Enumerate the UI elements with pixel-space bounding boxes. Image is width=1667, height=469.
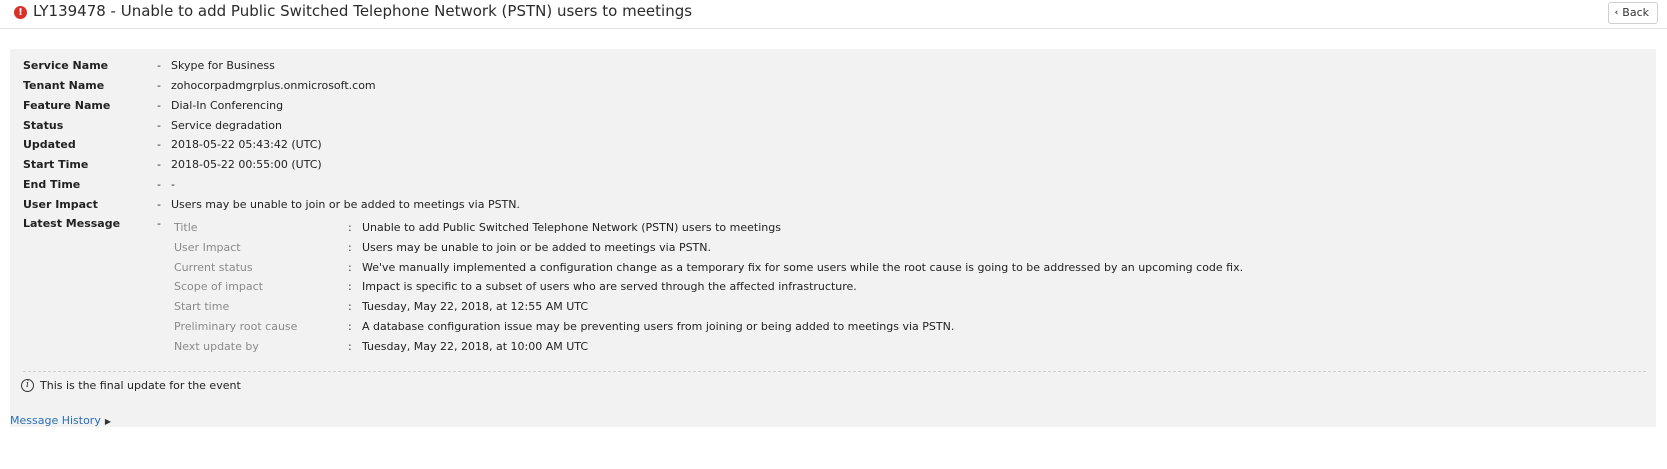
detail-value: zohocorpadmgrplus.onmicrosoft.com <box>171 79 376 92</box>
separator-colon: : <box>348 300 352 313</box>
message-label: Title <box>174 221 198 234</box>
separator-dash: - <box>157 59 161 72</box>
final-update-text: This is the final update for the event <box>40 379 241 392</box>
incident-details-panel: Service Name - Skype for Business Tenant… <box>10 49 1656 427</box>
separator-colon: : <box>348 261 352 274</box>
final-update-note: i This is the final update for the event <box>21 379 241 392</box>
detail-label: Updated <box>23 138 76 151</box>
page-title: LY139478 - Unable to add Public Switched… <box>33 2 693 20</box>
separator-dash: - <box>157 178 161 191</box>
chevron-left-icon: ‹ <box>1614 8 1619 18</box>
message-value: Users may be unable to join or be added … <box>362 241 711 254</box>
message-label: User Impact <box>174 241 241 254</box>
detail-value: - <box>171 178 175 191</box>
page-header: ! LY139478 - Unable to add Public Switch… <box>0 0 1667 29</box>
message-value: A database configuration issue may be pr… <box>362 320 955 333</box>
separator-dash: - <box>157 158 161 171</box>
message-label: Next update by <box>174 340 259 353</box>
separator-dash: - <box>157 99 161 112</box>
detail-value: Users may be unable to join or be added … <box>171 198 520 211</box>
separator-dash: - <box>157 198 161 211</box>
detail-label: Status <box>23 119 64 132</box>
detail-label: Latest Message <box>23 217 121 230</box>
detail-label: Start Time <box>23 158 89 171</box>
message-label: Current status <box>174 261 253 274</box>
message-label: Scope of impact <box>174 280 263 293</box>
separator-colon: : <box>348 280 352 293</box>
message-history-link[interactable]: Message History ▶ <box>10 414 111 427</box>
detail-label: Tenant Name <box>23 79 105 92</box>
separator-colon: : <box>348 340 352 353</box>
error-icon: ! <box>14 6 27 19</box>
back-button-label: Back <box>1622 6 1649 19</box>
message-label: Start time <box>174 300 230 313</box>
message-value: Unable to add Public Switched Telephone … <box>362 221 781 234</box>
message-label: Preliminary root cause <box>174 320 298 333</box>
separator-dash: - <box>157 79 161 92</box>
detail-value: 2018-05-22 00:55:00 (UTC) <box>171 158 322 171</box>
detail-label: Feature Name <box>23 99 111 112</box>
message-value: Tuesday, May 22, 2018, at 12:55 AM UTC <box>362 300 589 313</box>
detail-value: Skype for Business <box>171 59 275 72</box>
detail-label: Service Name <box>23 59 109 72</box>
caret-right-icon: ▶ <box>104 417 111 426</box>
message-value: We've manually implemented a configurati… <box>362 261 1244 274</box>
dashed-divider <box>23 371 1646 372</box>
detail-label: End Time <box>23 178 81 191</box>
separator-colon: : <box>348 221 352 234</box>
message-value: Impact is specific to a subset of users … <box>362 280 857 293</box>
back-button[interactable]: ‹ Back <box>1607 2 1658 24</box>
message-value: Tuesday, May 22, 2018, at 10:00 AM UTC <box>362 340 589 353</box>
separator-colon: : <box>348 320 352 333</box>
separator-colon: : <box>348 241 352 254</box>
detail-value: 2018-05-22 05:43:42 (UTC) <box>171 138 322 151</box>
separator-dash: - <box>157 217 161 230</box>
info-icon: i <box>21 379 34 392</box>
message-history-label: Message History <box>10 414 101 427</box>
detail-value: Service degradation <box>171 119 282 132</box>
separator-dash: - <box>157 119 161 132</box>
detail-value: Dial-In Conferencing <box>171 99 284 112</box>
detail-label: User Impact <box>23 198 98 211</box>
separator-dash: - <box>157 138 161 151</box>
